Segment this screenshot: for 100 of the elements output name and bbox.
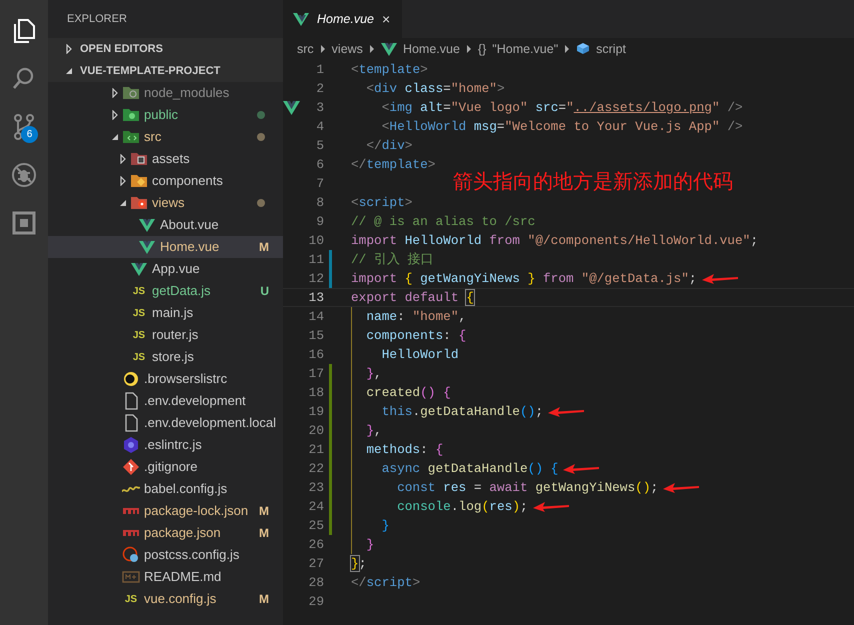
code-line: <div class="home"> bbox=[365, 80, 505, 98]
postcss-icon bbox=[122, 546, 140, 564]
breadcrumb-item[interactable]: views bbox=[332, 40, 363, 58]
code-line: }, bbox=[351, 364, 382, 383]
line-number: 16 bbox=[308, 346, 324, 364]
tree-item[interactable]: .gitignore bbox=[48, 456, 283, 478]
folder-icon bbox=[122, 84, 140, 102]
tree-item[interactable]: postcss.config.js bbox=[48, 544, 283, 566]
tree-item[interactable]: JS router.js bbox=[48, 324, 283, 346]
code-line: import HelloWorld from "@/components/HelloWorld.vue"; bbox=[351, 232, 758, 250]
file-name: views bbox=[152, 194, 186, 212]
tree-item[interactable]: JS vue.config.js M bbox=[48, 588, 283, 610]
annotation-text: 箭头指向的地方是新添加的代码 bbox=[453, 168, 733, 195]
tree-item[interactable]: .env.development bbox=[48, 390, 283, 412]
line-number: 29 bbox=[308, 592, 324, 611]
js-icon: JS bbox=[132, 350, 146, 364]
file-name: package.json bbox=[144, 524, 222, 542]
line-number: 22 bbox=[308, 460, 324, 478]
tree-item[interactable]: node_modules bbox=[48, 82, 283, 104]
object-icon: {} bbox=[478, 40, 486, 58]
line-number: 26 bbox=[308, 536, 324, 554]
tree-item[interactable]: Home.vue M bbox=[48, 236, 283, 258]
line-number: 11 bbox=[308, 250, 324, 269]
source-control-button[interactable]: 6 bbox=[0, 104, 48, 149]
file-name: .env.development.local bbox=[144, 414, 276, 432]
code-line: // @ is an alias to /src bbox=[351, 213, 536, 231]
tree-item[interactable]: .browserslistrc bbox=[48, 368, 283, 390]
file-name: Home.vue bbox=[160, 238, 220, 256]
tree-item[interactable]: About.vue bbox=[48, 214, 283, 236]
tree-item[interactable]: public bbox=[48, 104, 283, 126]
breadcrumb-item[interactable]: Home.vue bbox=[402, 40, 460, 58]
line-number: 5 bbox=[315, 136, 324, 155]
line-number: 2 bbox=[315, 80, 324, 98]
code-line: const res = await getWangYiNews(); bbox=[351, 478, 658, 497]
breadcrumb-item[interactable]: script bbox=[596, 40, 626, 58]
tree-item[interactable]: assets bbox=[48, 148, 283, 170]
tree-item[interactable]: src bbox=[48, 126, 283, 148]
section-header[interactable]: VUE-TEMPLATE-PROJECT bbox=[48, 60, 283, 82]
code-line: console.log(res); bbox=[351, 497, 528, 516]
hexagon-icon bbox=[122, 436, 140, 454]
code-line: } bbox=[351, 516, 390, 535]
tree-item[interactable]: components bbox=[48, 170, 283, 192]
line-number: 20 bbox=[308, 422, 324, 440]
tree-item[interactable]: babel.config.js bbox=[48, 478, 283, 500]
code-line: <script> bbox=[351, 194, 412, 212]
tree-item[interactable]: views bbox=[48, 192, 283, 214]
editor-tab[interactable]: Home.vue × bbox=[283, 0, 402, 38]
triangle-icon bbox=[564, 44, 570, 54]
cube-icon bbox=[576, 42, 590, 56]
code-line: <img alt="Vue logo" src="../assets/logo.png" /> bbox=[380, 99, 743, 117]
folder-icon bbox=[122, 128, 140, 146]
tree-item[interactable]: package.json M bbox=[48, 522, 283, 544]
line-number: 15 bbox=[308, 326, 324, 345]
js-icon: JS bbox=[132, 284, 146, 298]
tree-item[interactable]: .env.development.local bbox=[48, 412, 283, 434]
folder-icon bbox=[122, 106, 140, 124]
line-number: 21 bbox=[308, 440, 324, 459]
git-status: M bbox=[259, 239, 269, 256]
folder-icon bbox=[130, 172, 148, 190]
triangle-icon bbox=[466, 44, 472, 54]
tree-item[interactable]: JS main.js bbox=[48, 302, 283, 324]
file-name: package-lock.json bbox=[144, 502, 250, 520]
file-name: App.vue bbox=[152, 260, 201, 278]
vue-logo-icon bbox=[130, 260, 148, 278]
git-status: M bbox=[259, 525, 269, 542]
triangle-icon bbox=[320, 44, 326, 54]
line-number: 23 bbox=[308, 478, 324, 497]
file-name: components bbox=[152, 172, 224, 190]
file-name: router.js bbox=[152, 326, 200, 344]
code-line: // 引入 接口 bbox=[351, 251, 434, 269]
tree-item[interactable]: package-lock.json M bbox=[48, 500, 283, 522]
babel-icon bbox=[122, 484, 140, 494]
tree-item[interactable]: JS getData.js U bbox=[48, 280, 283, 302]
file-name: src bbox=[144, 128, 162, 146]
code-line: }; bbox=[351, 555, 366, 573]
vue-logo-icon bbox=[380, 42, 397, 56]
close-icon[interactable]: × bbox=[382, 8, 390, 30]
code-line: <HelloWorld msg="Welcome to Your Vue.js App" /> bbox=[380, 118, 743, 136]
line-number: 6 bbox=[315, 156, 324, 174]
vue-logo-icon bbox=[293, 12, 309, 26]
tree-item[interactable]: README.md bbox=[48, 566, 283, 588]
file-name: public bbox=[144, 106, 179, 124]
code-line: }, bbox=[351, 421, 382, 440]
code-line: created() { bbox=[351, 383, 451, 402]
tree-item[interactable]: JS store.js bbox=[48, 346, 283, 368]
line-number: 1 bbox=[315, 60, 324, 79]
breadcrumb-item[interactable]: "Home.vue" bbox=[492, 40, 558, 58]
tree-item[interactable]: .eslintrc.js bbox=[48, 434, 283, 456]
line-number: 7 bbox=[315, 174, 324, 193]
breadcrumb-item[interactable]: src bbox=[297, 40, 314, 58]
line-number: 8 bbox=[315, 194, 324, 212]
js-icon: JS bbox=[124, 592, 138, 606]
line-number: 14 bbox=[308, 308, 324, 326]
folder-icon bbox=[130, 150, 148, 168]
section-header[interactable]: OPEN EDITORS bbox=[48, 38, 283, 60]
line-number: 25 bbox=[308, 516, 324, 535]
file-name: .browserslistrc bbox=[144, 370, 228, 388]
file-name: babel.config.js bbox=[144, 480, 228, 498]
tree-item[interactable]: App.vue bbox=[48, 258, 283, 280]
notification-badge: 6 bbox=[21, 126, 38, 143]
